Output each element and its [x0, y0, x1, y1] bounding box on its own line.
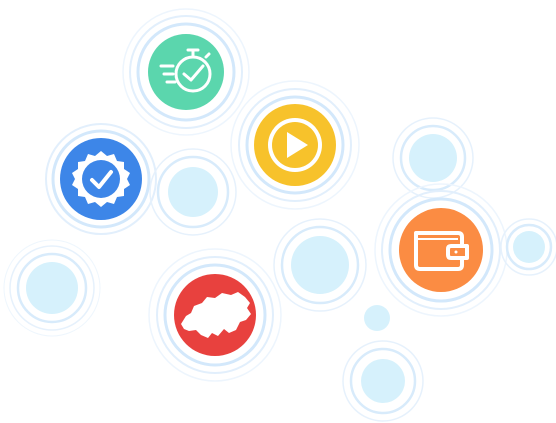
bubble-mid: [168, 167, 218, 217]
swiss-bubble: [174, 274, 256, 356]
stopwatch-bubble: [148, 34, 224, 110]
icon-bubble-illustration: [0, 0, 556, 423]
bubble-tiny: [364, 305, 390, 331]
bubble-topright: [409, 134, 457, 182]
play-icon: [268, 118, 322, 172]
wallet-bubble: [399, 208, 483, 292]
bubble-canvas: [3, 8, 556, 422]
bubble-bottom: [361, 359, 405, 403]
bubble-left: [26, 262, 78, 314]
bubble-center: [291, 236, 349, 294]
badge-bubble: [60, 138, 142, 220]
bubble-farright: [513, 231, 545, 263]
play-bubble: [254, 104, 336, 186]
